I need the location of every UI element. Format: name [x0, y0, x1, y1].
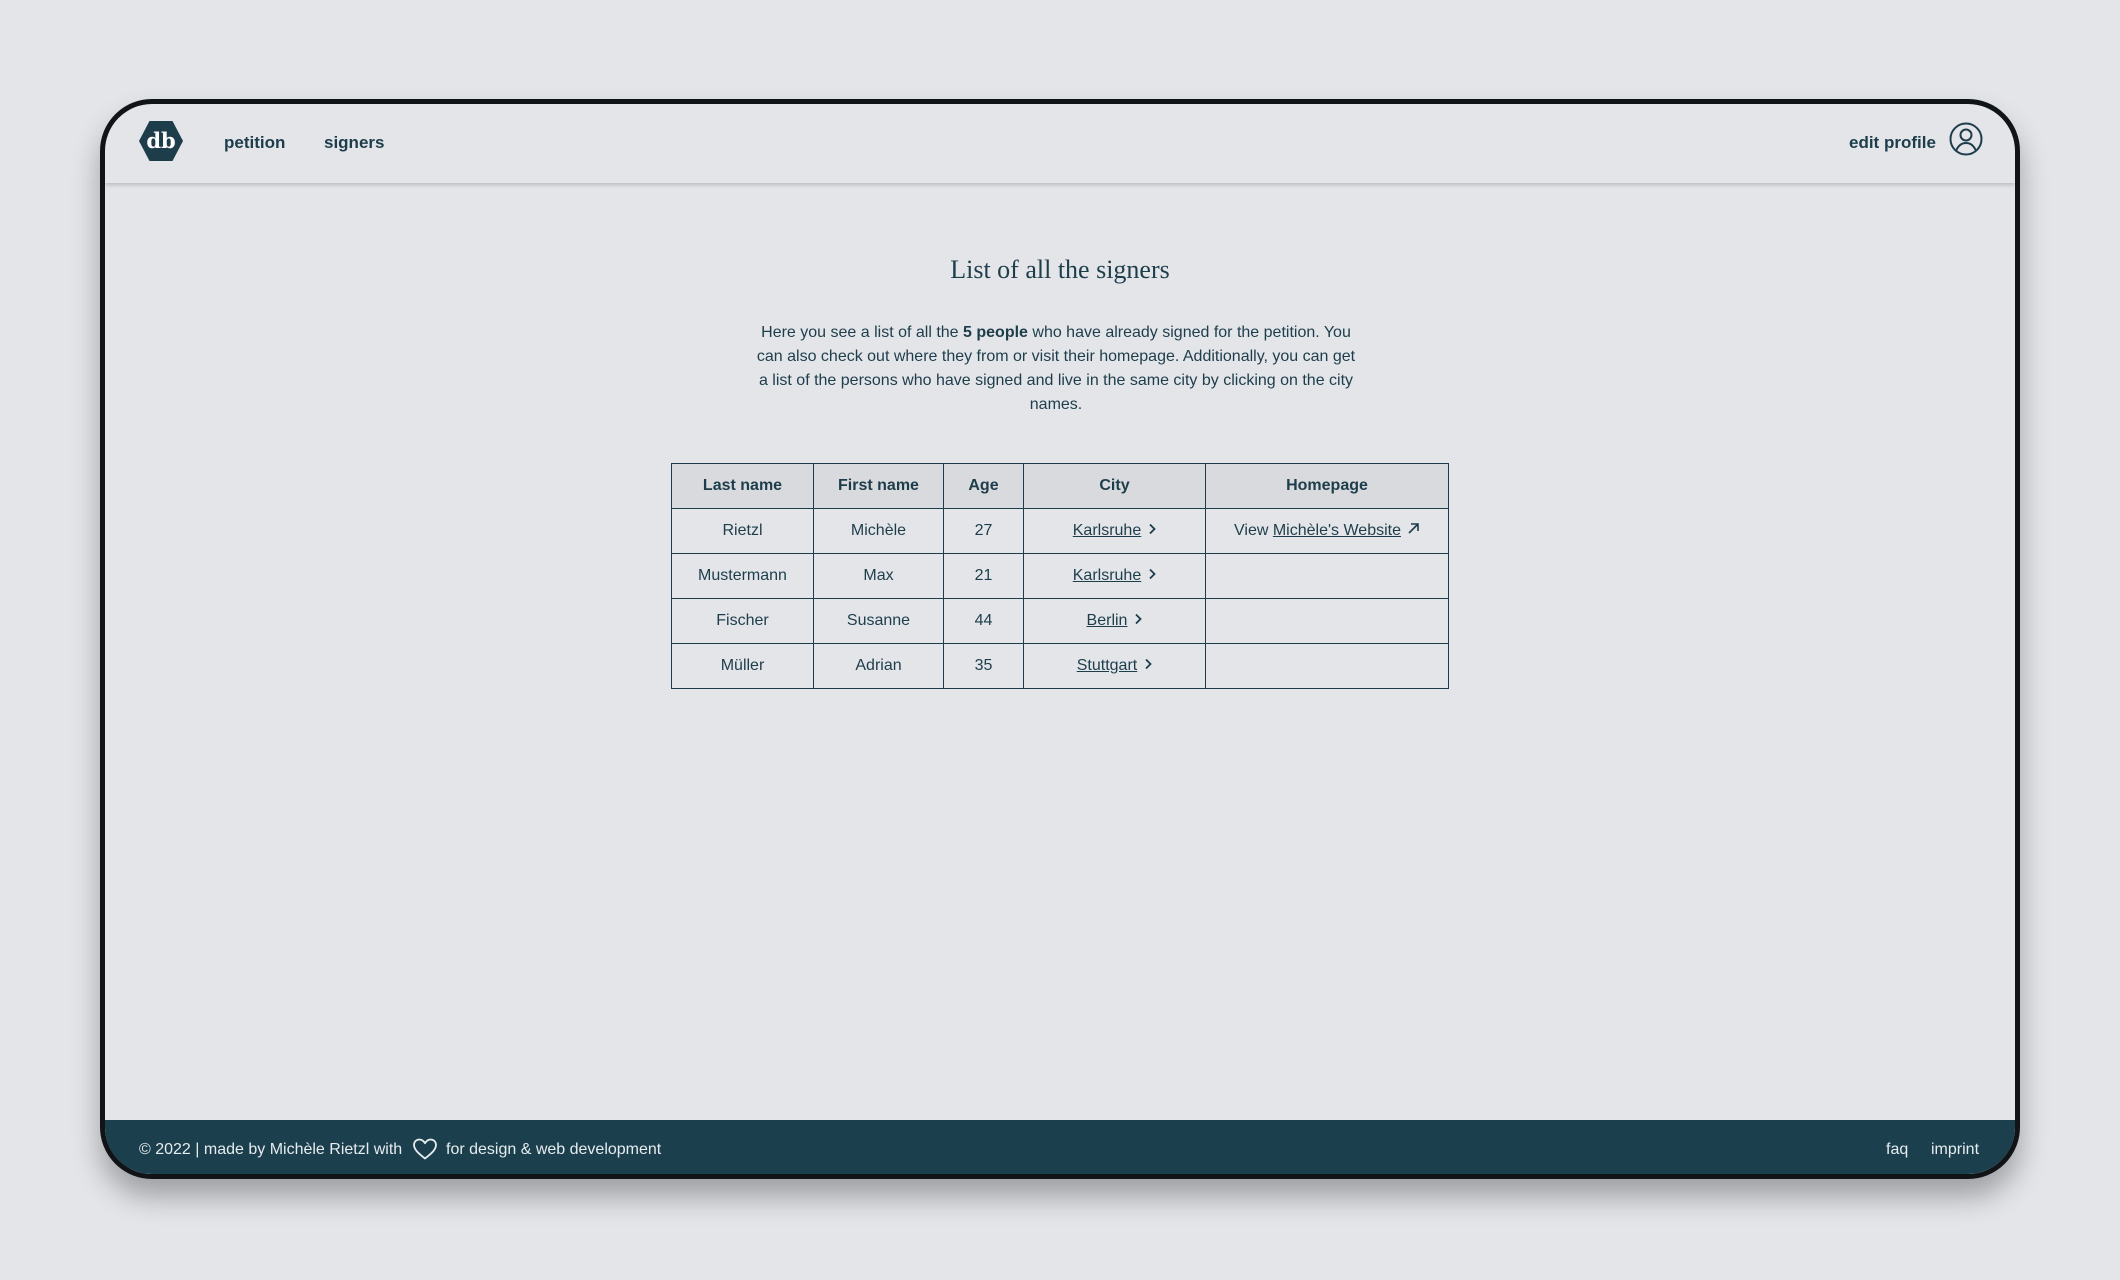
signers-table: Last name First name Age City Homepage R… [671, 463, 1449, 689]
cell-last-name: Rietzl [671, 508, 814, 554]
chevron-right-icon[interactable] [1134, 613, 1143, 625]
cell-age: 35 [943, 643, 1024, 689]
intro-text-start: Here you see a list of all the [761, 324, 964, 341]
cell-first-name: Max [813, 553, 944, 599]
cell-city: Karlsruhe [1023, 508, 1206, 554]
city-link[interactable]: Stuttgart [1077, 657, 1137, 674]
page-title: List of all the signers [950, 255, 1170, 284]
city-link[interactable]: Berlin [1087, 612, 1128, 629]
city-link[interactable]: Karlsruhe [1073, 522, 1141, 539]
cell-age: 21 [943, 553, 1024, 599]
cell-first-name: Adrian [813, 643, 944, 689]
signer-count: 5 people [963, 324, 1028, 341]
footer-copyright: © 2022 | made by Michèle Rietzl with [139, 1141, 403, 1158]
chevron-right-icon[interactable] [1144, 658, 1153, 670]
table-row: Mustermann Max 21 Karlsruhe [671, 553, 1449, 599]
logo[interactable]: db [138, 119, 184, 163]
header-age: Age [943, 463, 1024, 509]
cell-homepage: View Michèle's Website [1205, 508, 1449, 554]
city-link[interactable]: Karlsruhe [1073, 567, 1141, 584]
user-circle-icon[interactable] [1949, 122, 1983, 156]
header-last-name: Last name [671, 463, 814, 509]
cell-first-name: Michèle [813, 508, 944, 554]
cell-homepage [1205, 598, 1449, 644]
header-city: City [1023, 463, 1206, 509]
intro-text: Here you see a list of all the 5 people … [751, 321, 1361, 417]
cell-last-name: Fischer [671, 598, 814, 644]
logo-text: db [146, 128, 176, 153]
cell-last-name: Müller [671, 643, 814, 689]
navbar: db petition signers edit profile [105, 104, 2015, 183]
heart-icon [413, 1138, 437, 1160]
header-homepage: Homepage [1205, 463, 1449, 509]
cell-homepage [1205, 553, 1449, 599]
chevron-right-icon[interactable] [1148, 523, 1157, 535]
external-link-arrow-icon[interactable] [1407, 522, 1420, 535]
header-first-name: First name [813, 463, 944, 509]
cell-city: Berlin [1023, 598, 1206, 644]
table-row: Rietzl Michèle 27 Karlsruhe View Michèle… [671, 508, 1449, 554]
table-row: Fischer Susanne 44 Berlin [671, 598, 1449, 644]
footer-tagline: for design & web development [446, 1141, 662, 1158]
edit-profile-link[interactable]: edit profile [1849, 133, 1936, 153]
chevron-right-icon[interactable] [1148, 568, 1157, 580]
cell-homepage [1205, 643, 1449, 689]
browser-frame: db petition signers edit profile List of… [100, 99, 2020, 1179]
table-row: Müller Adrian 35 Stuttgart [671, 643, 1449, 689]
cell-city: Karlsruhe [1023, 553, 1206, 599]
nav-link-petition[interactable]: petition [224, 133, 285, 153]
footer-link-imprint[interactable]: imprint [1931, 1141, 1979, 1159]
cell-age: 27 [943, 508, 1024, 554]
cell-city: Stuttgart [1023, 643, 1206, 689]
table-header-row: Last name First name Age City Homepage [671, 463, 1449, 509]
footer-link-faq[interactable]: faq [1886, 1141, 1908, 1159]
homepage-link[interactable]: Michèle's Website [1273, 522, 1401, 539]
footer: © 2022 | made by Michèle Rietzl with for… [105, 1120, 2015, 1174]
homepage-prefix: View [1234, 522, 1273, 539]
cell-first-name: Susanne [813, 598, 944, 644]
cell-last-name: Mustermann [671, 553, 814, 599]
nav-link-signers[interactable]: signers [324, 133, 384, 153]
cell-age: 44 [943, 598, 1024, 644]
